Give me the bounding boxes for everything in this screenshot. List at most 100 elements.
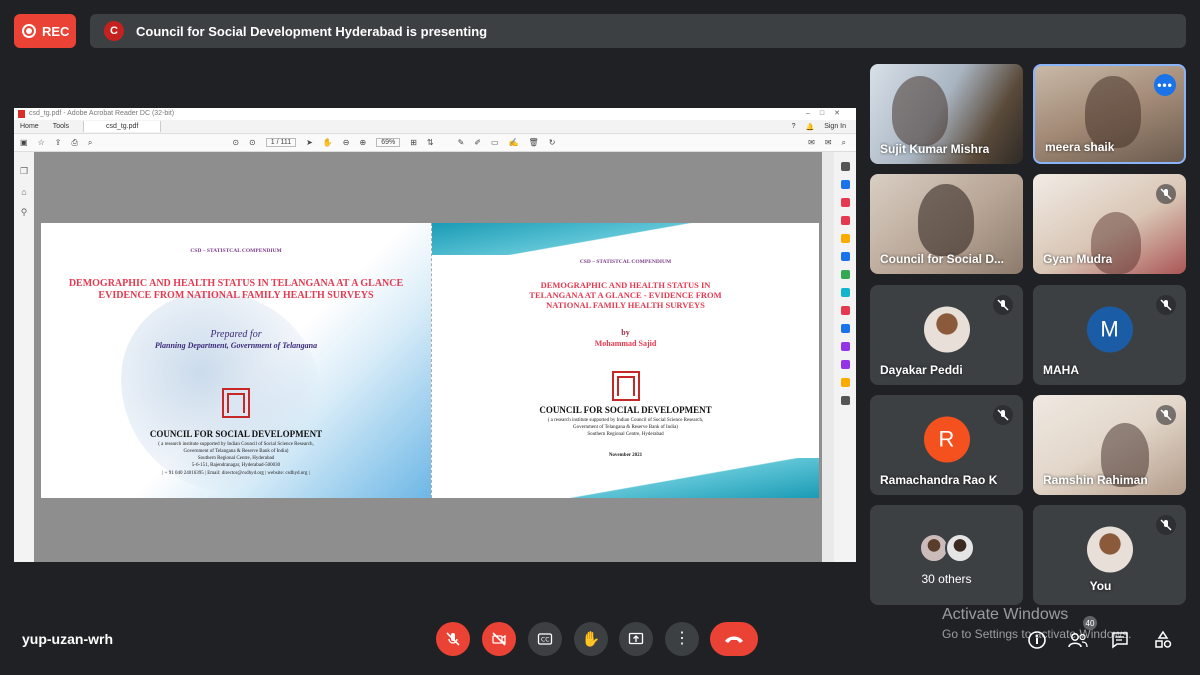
bell-icon: 🔔 [805, 123, 815, 131]
zoom-out-icon: ⊖ [342, 138, 350, 147]
mic-off-icon [1156, 515, 1176, 535]
next-page-icon: ⊙ [249, 138, 256, 147]
camera-toggle-button[interactable] [482, 622, 516, 656]
more-vert-icon: ⋮ [674, 630, 690, 647]
left-org-line1: ( a research institute supported by Indi… [158, 442, 314, 447]
people-icon [1068, 633, 1088, 648]
right-org: COUNCIL FOR SOCIAL DEVELOPMENT [539, 405, 712, 415]
right-series: CSD – STATISTCAL COMPENDIUM [579, 259, 672, 265]
left-org-name: COUNCIL FOR SOCIAL DEVELOPMENT [149, 429, 323, 439]
chat-button[interactable] [1106, 626, 1134, 654]
others-tile[interactable]: 30 others [870, 505, 1023, 605]
present-screen-icon [628, 632, 644, 645]
fit-icon: ⊞ [410, 138, 417, 147]
meeting-details-button[interactable] [1023, 626, 1051, 654]
mic-off-icon [1156, 405, 1176, 425]
participant-name: You [1089, 579, 1112, 593]
svg-text:CC: CC [541, 637, 549, 644]
participant-name: Ramshin Rahiman [1043, 473, 1148, 487]
upload-icon: ⇪ [54, 138, 62, 147]
people-button[interactable] [1064, 626, 1092, 654]
menu-home: Home [20, 123, 39, 130]
window-title: csd_tg.pdf - Adobe Acrobat Reader DC (32… [29, 110, 175, 117]
teal-decoration-bottom [432, 458, 819, 498]
captions-button[interactable]: CC [528, 622, 562, 656]
watermark-line1: Activate Windows [942, 606, 1069, 623]
right-by: by [621, 328, 630, 337]
presenting-banner: C Council for Social Development Hyderab… [90, 14, 1186, 48]
pdf-scrollbar [822, 152, 834, 562]
leave-call-button[interactable] [710, 622, 758, 656]
participant-tile[interactable]: M MAHA [1033, 285, 1186, 385]
chat-icon [1112, 632, 1128, 649]
activities-icon [1155, 630, 1172, 648]
shared-screen: csd_tg.pdf - Adobe Acrobat Reader DC (32… [14, 108, 856, 562]
hand-tool-icon: ✋ [322, 138, 333, 147]
left-title-2: EVIDENCE FROM NATIONAL FAMILY HEALTH SUR… [98, 290, 374, 301]
activities-button[interactable] [1149, 626, 1177, 654]
right-org-line1: ( a research institute supported by Indi… [547, 418, 704, 423]
sign-in-link: Sign In [824, 123, 846, 130]
acrobat-left-panel: ❐ ⌂ ⚲ [14, 152, 34, 562]
search-icon: ⌕ [87, 137, 93, 147]
info-icon [1028, 631, 1046, 649]
acrobat-titlebar: csd_tg.pdf - Adobe Acrobat Reader DC (32… [14, 108, 856, 120]
page-indicator: 1 / 111 [265, 138, 297, 147]
mic-off-icon [1156, 295, 1176, 315]
participant-name: Dayakar Peddi [880, 363, 963, 377]
csd-logo [612, 371, 640, 401]
mic-toggle-button[interactable] [436, 622, 470, 656]
more-options-button[interactable]: ⋮ [665, 622, 699, 656]
pages-panel-icon: ❐ [19, 166, 29, 176]
participant-tile[interactable]: Ramshin Rahiman [1033, 395, 1186, 495]
help-icon: ? [791, 123, 796, 130]
create-pdf-icon [840, 198, 850, 207]
participant-tile[interactable]: Sujit Kumar Mishra [870, 64, 1023, 164]
edit-pdf-icon [840, 216, 850, 225]
acrobat-menu: Home Tools csd_tg.pdf ? 🔔 Sign In [14, 120, 856, 134]
export-pdf-icon [840, 180, 850, 189]
hand-icon: ✋ [581, 631, 601, 648]
present-button[interactable] [619, 622, 653, 656]
share-icon: ✉ [808, 138, 815, 147]
protect-icon [840, 324, 850, 333]
right-org-line3: Southern Regional Centre, Hyderabad [587, 432, 664, 437]
rich-media-icon [840, 378, 850, 387]
participant-name: Ramachandra Rao K [880, 473, 998, 487]
menu-tools: Tools [52, 123, 70, 130]
raise-hand-button[interactable]: ✋ [574, 622, 608, 656]
avatar: M [1086, 306, 1133, 353]
left-prepared-for: Prepared for [210, 329, 262, 340]
right-author: Mohammad Sajid [594, 339, 657, 348]
participant-tile[interactable]: ••• meera shaik [1033, 64, 1186, 164]
participant-video [1085, 76, 1141, 148]
recording-indicator: REC [14, 14, 76, 48]
left-org-line5: | + 91 040 24016395 | Email: director@cs… [162, 471, 310, 476]
avatar [923, 306, 970, 353]
mic-off-icon [446, 632, 460, 646]
others-avatars [918, 533, 975, 563]
participant-tile[interactable]: Council for Social D... [870, 174, 1023, 274]
left-prepared-org: Planning Department, Government of Telan… [154, 341, 318, 350]
zoom-tool-icon [840, 162, 850, 171]
presenter-avatar: C [104, 21, 124, 41]
avatar [1086, 526, 1133, 573]
more-options-icon[interactable]: ••• [1154, 74, 1176, 96]
right-date: November 2021 [608, 453, 643, 458]
bookmark-icon: ⌂ [21, 187, 27, 197]
save-icon: ▣ [20, 138, 28, 147]
meeting-code: yup-uzan-wrh [22, 631, 113, 647]
participant-tile[interactable]: R Ramachandra Rao K [870, 395, 1023, 495]
self-tile[interactable]: You [1033, 505, 1186, 605]
participant-name: MAHA [1043, 363, 1079, 377]
camera-off-icon [492, 632, 506, 646]
right-title-2: TELANGANA AT A GLANCE - EVIDENCE FROM [529, 290, 722, 300]
email-icon: ✉ [824, 138, 832, 147]
participant-tile[interactable]: Gyan Mudra [1033, 174, 1186, 274]
compress-icon [840, 288, 850, 297]
mic-off-icon [1156, 184, 1176, 204]
pdf-page-right: CSD – STATISTCAL COMPENDIUM DEMOGRAPHIC … [431, 223, 819, 498]
mic-off-icon [993, 405, 1013, 425]
right-title-1: DEMOGRAPHIC AND HEALTH STATUS IN [540, 280, 711, 290]
participant-tile[interactable]: Dayakar Peddi [870, 285, 1023, 385]
